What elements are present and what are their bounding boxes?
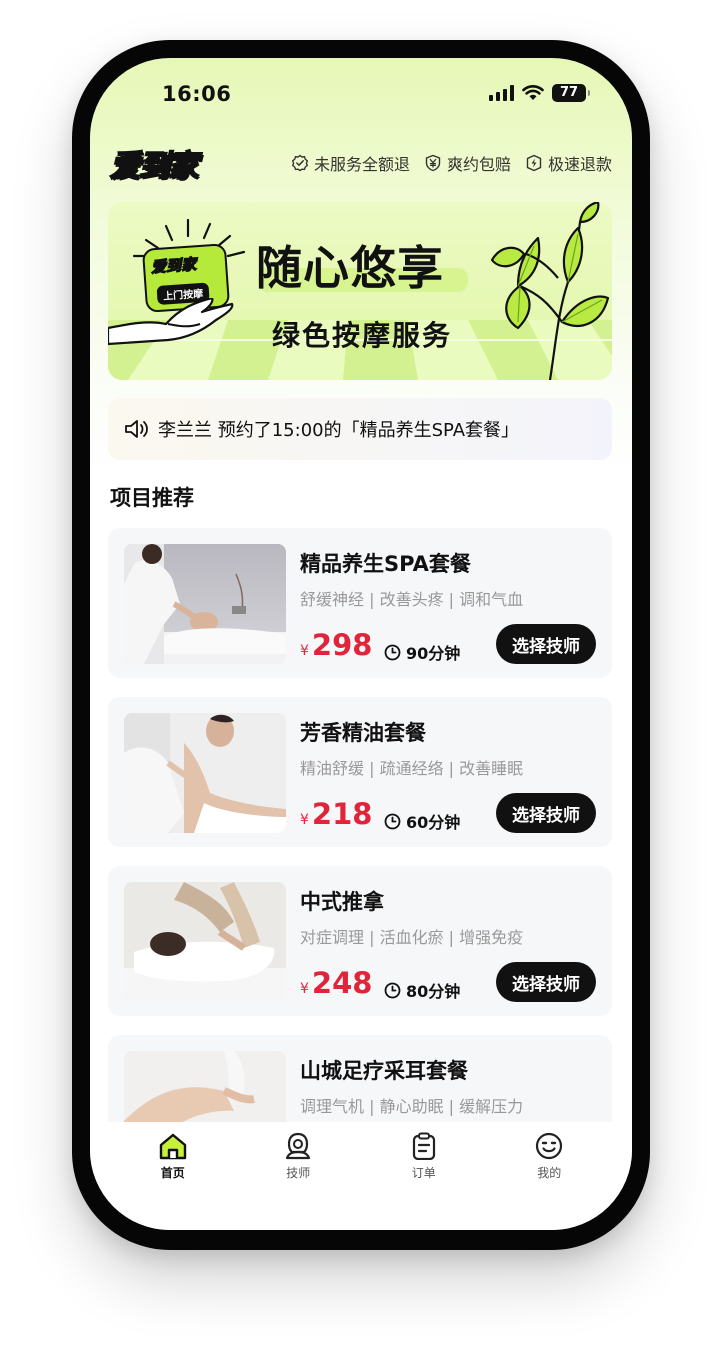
app-screen: 16:06 77 爱到家 未服务全额退 爽约包赔 极速退款 爱到家 上门按摩 随… xyxy=(90,58,632,1230)
clock-icon xyxy=(384,644,401,660)
service-card[interactable]: 芳香精油套餐 精油舒缓 | 疏通经络 | 改善睡眠 ¥ 218 60分钟 选择技… xyxy=(108,697,612,847)
signal-icon xyxy=(489,85,514,101)
service-name: 中式推拿 xyxy=(300,890,384,914)
currency-symbol: ¥ xyxy=(300,981,309,997)
guarantee-label: 未服务全额退 xyxy=(313,155,410,174)
currency-symbol: ¥ xyxy=(300,643,309,659)
check-shield-icon xyxy=(291,154,309,172)
section-title: 项目推荐 xyxy=(108,482,200,514)
currency-symbol: ¥ xyxy=(300,812,309,828)
wifi-icon xyxy=(522,85,544,100)
banner-subtitle: 绿色按摩服务 xyxy=(272,319,453,352)
service-price: ¥ 218 xyxy=(300,797,372,831)
header: 爱到家 未服务全额退 爽约包赔 极速退款 xyxy=(109,144,612,185)
technician-icon xyxy=(286,1132,311,1160)
select-technician-button[interactable]: 选择技师 xyxy=(496,793,596,833)
price-value: 298 xyxy=(311,628,373,662)
lightning-icon xyxy=(526,154,542,172)
service-duration: 90分钟 xyxy=(384,640,460,664)
tab-orders[interactable]: 订单 xyxy=(379,1132,469,1230)
tab-label: 订单 xyxy=(411,1166,436,1180)
tab-label: 技师 xyxy=(286,1166,311,1180)
tab-label: 我的 xyxy=(537,1166,562,1180)
yuan-shield-icon xyxy=(425,154,441,172)
service-thumbnail-chinese-massage xyxy=(124,882,286,1002)
smile-icon xyxy=(536,1132,563,1160)
section-title-text: 项目推荐 xyxy=(110,486,194,510)
service-name: 山城足疗采耳套餐 xyxy=(300,1059,468,1083)
price-value: 218 xyxy=(311,797,373,831)
battery-indicator: 77 xyxy=(552,84,590,102)
duration-text: 60分钟 xyxy=(406,813,461,832)
guarantee-label: 极速退款 xyxy=(547,155,612,174)
service-thumbnail-aroma-oil xyxy=(124,713,286,833)
tab-profile[interactable]: 我的 xyxy=(504,1132,594,1230)
guarantee-fast-refund[interactable]: 极速退款 xyxy=(525,151,612,175)
guarantee-full-refund[interactable]: 未服务全额退 xyxy=(291,151,410,175)
price-value: 248 xyxy=(311,966,373,1000)
guarantee-list: 未服务全额退 爽约包赔 极速退款 xyxy=(291,151,612,175)
plant-illustration xyxy=(490,202,610,380)
clipboard-icon xyxy=(412,1132,435,1160)
clock-icon xyxy=(384,982,401,998)
service-card[interactable]: 精品养生SPA套餐 舒缓神经 | 改善头疼 | 调和气血 ¥ 298 90分钟 … xyxy=(108,528,612,678)
bottom-tab-bar: 首页 技师 订单 我的 xyxy=(90,1122,632,1230)
status-time: 16:06 xyxy=(162,82,232,106)
tab-technician[interactable]: 技师 xyxy=(253,1132,343,1230)
hand-illustration xyxy=(108,298,234,346)
service-list: 精品养生SPA套餐 舒缓神经 | 改善头疼 | 调和气血 ¥ 298 90分钟 … xyxy=(108,528,612,1204)
app-logo: 爱到家 xyxy=(109,148,199,185)
select-technician-button[interactable]: 选择技师 xyxy=(496,624,596,664)
booking-notice[interactable]: 李兰兰 预约了15:00的「精品养生SPA套餐」 xyxy=(108,398,612,460)
duration-text: 90分钟 xyxy=(406,644,461,663)
tab-label: 首页 xyxy=(160,1166,185,1180)
service-name: 精品养生SPA套餐 xyxy=(300,552,471,576)
service-duration: 60分钟 xyxy=(384,809,460,833)
promo-banner[interactable]: 爱到家 上门按摩 随心悠享 绿色按摩服务 xyxy=(108,202,612,380)
guarantee-label: 爽约包赔 xyxy=(446,155,511,174)
service-duration: 80分钟 xyxy=(384,978,460,1002)
select-technician-button[interactable]: 选择技师 xyxy=(496,962,596,1002)
duration-text: 80分钟 xyxy=(406,982,461,1001)
service-name: 芳香精油套餐 xyxy=(300,721,426,745)
speaker-icon xyxy=(125,420,148,438)
status-icons: 77 xyxy=(489,84,590,102)
badge-title: 爱到家 xyxy=(150,255,197,277)
service-price: ¥ 248 xyxy=(300,966,372,1000)
service-tags: 对症调理 | 活血化瘀 | 增强免疫 xyxy=(300,928,524,947)
banner-title: 随心悠享 xyxy=(256,241,444,295)
home-icon xyxy=(159,1133,186,1160)
service-thumbnail-spa xyxy=(124,544,286,664)
service-price: ¥ 298 xyxy=(300,628,372,662)
guarantee-no-show-compensation[interactable]: 爽约包赔 xyxy=(424,151,511,175)
notice-text: 李兰兰 预约了15:00的「精品养生SPA套餐」 xyxy=(158,420,520,441)
service-card[interactable]: 中式推拿 对症调理 | 活血化瘀 | 增强免疫 ¥ 248 80分钟 选择技师 xyxy=(108,866,612,1016)
clock-icon xyxy=(384,813,401,829)
tab-home[interactable]: 首页 xyxy=(128,1132,218,1230)
service-tags: 精油舒缓 | 疏通经络 | 改善睡眠 xyxy=(300,759,524,778)
service-tags: 舒缓神经 | 改善头疼 | 调和气血 xyxy=(300,590,524,609)
service-tags: 调理气机 | 静心助眠 | 缓解压力 xyxy=(300,1097,524,1116)
